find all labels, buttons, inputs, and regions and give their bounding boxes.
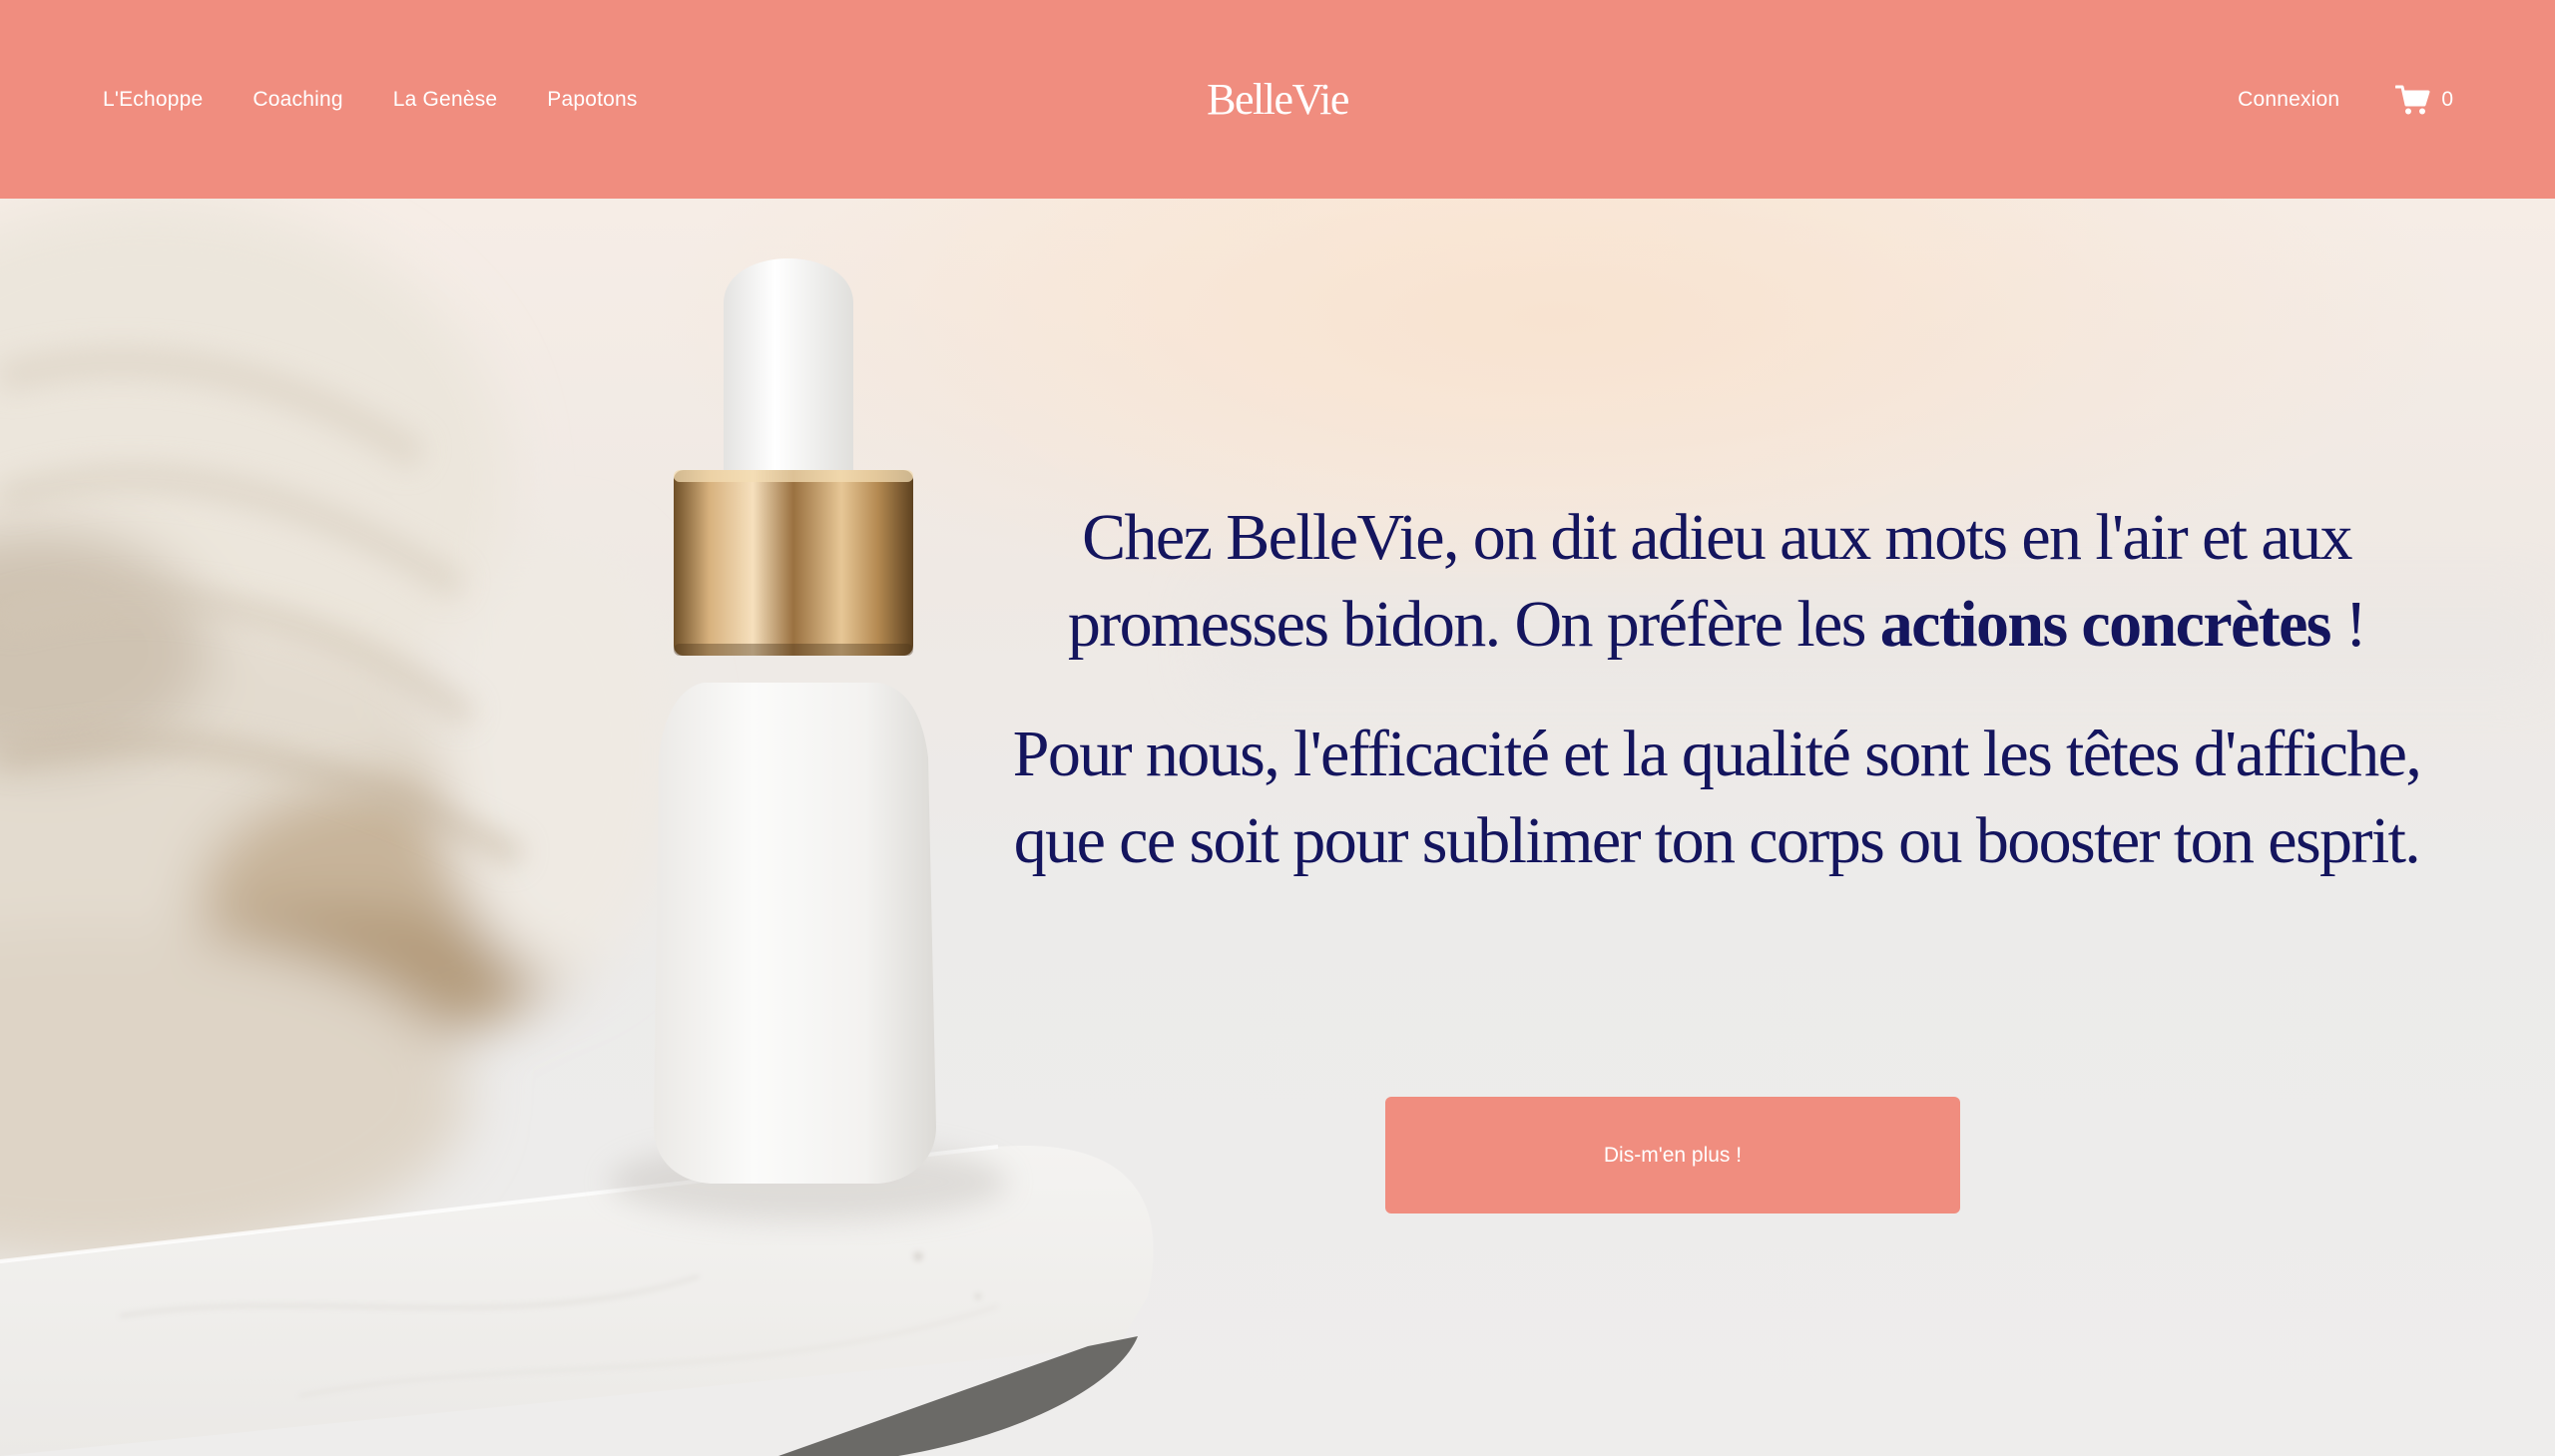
main-nav: L'Echoppe Coaching La Genèse Papotons: [103, 0, 638, 199]
cart-count: 0: [2441, 87, 2453, 111]
site-header: L'Echoppe Coaching La Genèse Papotons Be…: [0, 0, 2555, 199]
nav-link-echoppe[interactable]: L'Echoppe: [103, 88, 203, 112]
hero-copy: Chez BelleVie, on dit adieu aux mots en …: [978, 494, 2455, 884]
hero-section: Chez BelleVie, on dit adieu aux mots en …: [0, 199, 2555, 1456]
hero-paragraph-2: Pour nous, l'efficacité et la qualité so…: [1012, 718, 2422, 877]
login-link[interactable]: Connexion: [2238, 88, 2339, 112]
cart-icon: [2394, 84, 2431, 116]
nav-link-coaching[interactable]: Coaching: [253, 88, 342, 112]
cta-button[interactable]: Dis-m'en plus !: [1385, 1097, 1960, 1213]
cart-button[interactable]: 0: [2394, 84, 2453, 116]
hero-emphasis: actions concrètes: [1879, 588, 2332, 661]
account-nav: Connexion 0: [2238, 0, 2453, 199]
hero-paragraph-1: Chez BelleVie, on dit adieu aux mots en …: [978, 494, 2455, 668]
nav-link-papotons[interactable]: Papotons: [547, 88, 637, 112]
nav-link-la-genese[interactable]: La Genèse: [393, 88, 498, 112]
brand-logo[interactable]: BelleVie: [1078, 0, 1477, 199]
hero-line-1-end: !: [2329, 588, 2367, 661]
